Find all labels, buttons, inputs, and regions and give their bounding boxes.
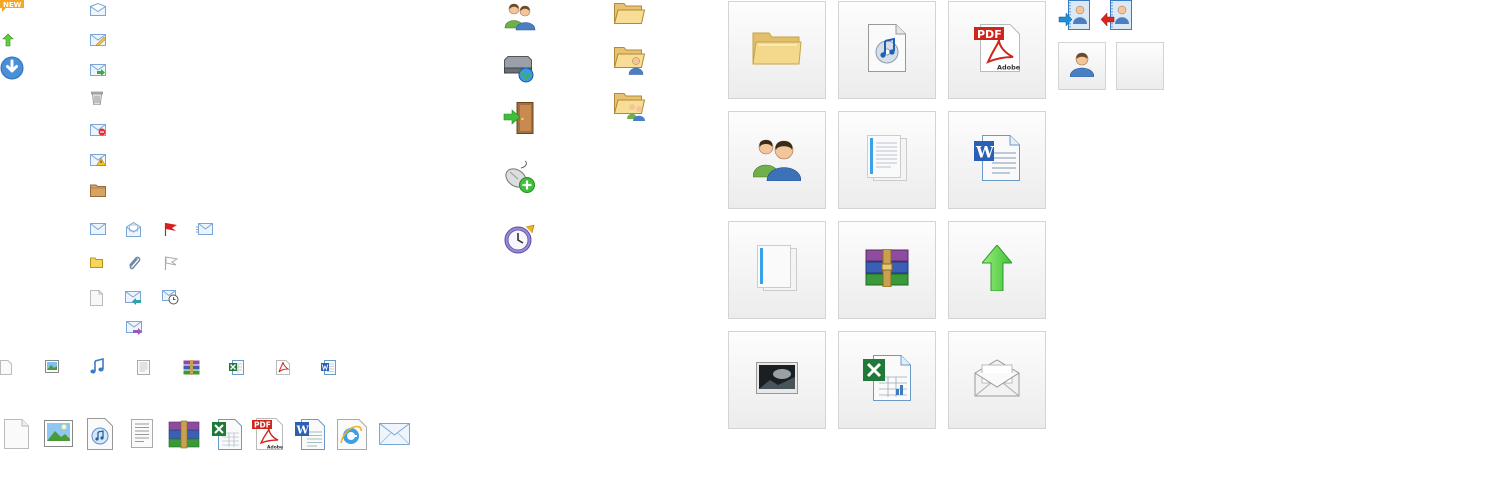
tile-upload[interactable] bbox=[948, 221, 1046, 319]
music-cd-icon bbox=[868, 24, 906, 76]
flag-red-icon[interactable] bbox=[164, 222, 178, 236]
users-large-icon bbox=[752, 135, 802, 185]
svg-text:W: W bbox=[975, 143, 995, 162]
folder-user-icon[interactable] bbox=[613, 46, 646, 75]
mail-remove-icon[interactable] bbox=[90, 123, 106, 136]
trash-icon[interactable] bbox=[91, 91, 103, 105]
folder-users-icon[interactable] bbox=[613, 92, 646, 121]
folder-small-icon[interactable] bbox=[90, 257, 103, 268]
tile-music[interactable] bbox=[838, 1, 936, 99]
mail-lines-icon[interactable] bbox=[196, 223, 213, 235]
mouse-add-icon[interactable] bbox=[504, 160, 536, 194]
new-badge-icon: NEW bbox=[0, 0, 24, 12]
winrar-icon[interactable] bbox=[168, 420, 200, 449]
mail-receive-icon[interactable] bbox=[125, 291, 142, 305]
text-file-icon[interactable] bbox=[137, 360, 150, 375]
svg-text:W: W bbox=[296, 424, 310, 437]
folder-brown-icon[interactable] bbox=[90, 183, 106, 197]
tile-pdf[interactable]: PDF Adobe bbox=[948, 1, 1046, 99]
archive-file-icon[interactable] bbox=[183, 360, 200, 375]
music-note-icon[interactable] bbox=[90, 357, 104, 374]
paperclip-icon[interactable] bbox=[127, 256, 141, 271]
empty-tile[interactable] bbox=[1116, 42, 1164, 90]
winrar-large-icon bbox=[865, 248, 909, 291]
mail-forward-icon[interactable] bbox=[90, 63, 106, 76]
svg-text:Adobe: Adobe bbox=[997, 64, 1020, 72]
mail-open-icon[interactable] bbox=[89, 2, 107, 16]
excel-file-icon[interactable] bbox=[229, 360, 244, 375]
contact-import-icon[interactable] bbox=[1058, 0, 1090, 30]
tile-user[interactable] bbox=[1058, 42, 1106, 90]
folder-large-icon bbox=[752, 31, 802, 69]
mail-read-icon[interactable] bbox=[126, 221, 141, 237]
network-drive-icon[interactable] bbox=[504, 56, 535, 83]
tile-word[interactable]: W bbox=[948, 111, 1046, 209]
blank-file-icon[interactable] bbox=[0, 360, 12, 375]
envelope-large-icon[interactable] bbox=[379, 423, 410, 445]
clock-icon[interactable] bbox=[504, 224, 535, 255]
mail-edit-icon[interactable] bbox=[90, 33, 107, 47]
tile-archive[interactable] bbox=[838, 221, 936, 319]
svg-text:Adobe: Adobe bbox=[267, 445, 283, 451]
tile-image[interactable] bbox=[728, 331, 826, 429]
svg-text:PDF: PDF bbox=[977, 28, 1002, 41]
tile-blank-document[interactable] bbox=[728, 221, 826, 319]
blank-doc-large-icon bbox=[757, 245, 797, 295]
logout-door-icon[interactable] bbox=[503, 102, 534, 134]
envelope-icon[interactable] bbox=[90, 223, 106, 235]
excel-large-icon bbox=[863, 355, 911, 405]
envelope-open-large-icon bbox=[974, 359, 1020, 401]
blank-file-icon[interactable] bbox=[90, 290, 103, 306]
text-page-icon[interactable] bbox=[131, 419, 153, 448]
blank-page-icon[interactable] bbox=[4, 419, 29, 449]
excel-page-icon[interactable] bbox=[212, 419, 242, 450]
pdf-file-icon[interactable] bbox=[276, 360, 290, 375]
users-icon[interactable] bbox=[504, 2, 536, 31]
mail-send-icon[interactable] bbox=[126, 321, 143, 335]
flag-outline-icon[interactable] bbox=[164, 256, 179, 270]
pdf-page-icon[interactable]: PDF Adobe bbox=[252, 418, 283, 451]
arrow-up-small-icon[interactable] bbox=[2, 33, 14, 47]
tile-users[interactable] bbox=[728, 111, 826, 209]
pdf-large-icon: PDF Adobe bbox=[974, 24, 1021, 76]
image-large-icon bbox=[756, 362, 798, 398]
green-arrow-up-icon bbox=[980, 244, 1014, 295]
mail-warning-icon[interactable] bbox=[90, 153, 106, 166]
tile-excel[interactable] bbox=[838, 331, 936, 429]
svg-text:NEW: NEW bbox=[3, 1, 22, 9]
user-tile-icon bbox=[1069, 51, 1095, 81]
svg-text:PDF: PDF bbox=[254, 421, 271, 430]
ie-page-icon[interactable] bbox=[337, 419, 367, 450]
word-file-icon[interactable] bbox=[321, 360, 336, 375]
tile-folder[interactable] bbox=[728, 1, 826, 99]
image-page-icon[interactable] bbox=[44, 420, 73, 447]
download-circle-icon[interactable] bbox=[0, 56, 24, 80]
tile-text-document[interactable] bbox=[838, 111, 936, 209]
contact-export-icon[interactable] bbox=[1100, 0, 1132, 30]
word-page-icon[interactable]: W bbox=[295, 419, 325, 450]
tile-mail[interactable] bbox=[948, 331, 1046, 429]
image-file-icon[interactable] bbox=[45, 360, 59, 373]
text-doc-large-icon bbox=[867, 135, 907, 185]
word-large-icon: W bbox=[974, 135, 1020, 185]
folder-open-icon[interactable] bbox=[613, 2, 646, 24]
mail-schedule-icon[interactable] bbox=[162, 290, 179, 305]
music-page-icon[interactable] bbox=[87, 418, 113, 450]
